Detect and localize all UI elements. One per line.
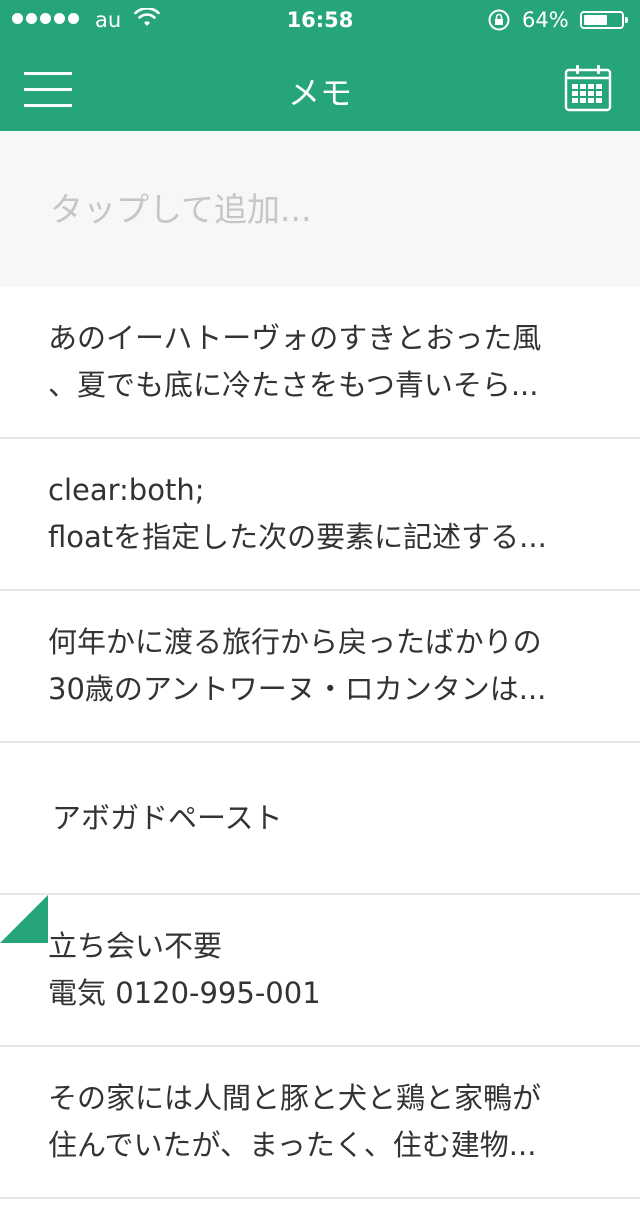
memo-line: その家には人間と豚と犬と鶏と家鴨が [48, 1081, 542, 1115]
memo-line: 何年かに渡る旅行から戻ったばかりの [48, 625, 542, 659]
memo-item[interactable]: あのイーハトーヴォのすきとおった風 、夏でも底に冷たさをもつ青いそら... [0, 287, 640, 439]
memo-item[interactable]: 立ち会い不要電気 0120-995-001 [0, 895, 640, 1047]
memo-line: 、夏でも底に冷たさをもつ青いそら... [48, 368, 539, 402]
memo-line: clear:both; [48, 473, 205, 507]
calendar-icon [564, 65, 612, 112]
memo-line: 立ち会い不要 [48, 929, 223, 963]
memo-line: あのイーハトーヴォのすきとおった風 [48, 321, 542, 355]
calendar-button[interactable] [564, 64, 612, 112]
memo-item[interactable]: その家には人間と豚と犬と鶏と家鴨が 住んでいたが、まったく、住む建物... [0, 1047, 640, 1199]
page-title: メモ [287, 74, 352, 112]
battery-percent: 64% [522, 8, 569, 32]
memo-line: アボガドペースト [52, 800, 283, 835]
memo-item[interactable]: アボガドペースト [0, 743, 640, 895]
rotation-lock-icon [486, 8, 512, 37]
memo-line: floatを指定した次の要素に記述する... [48, 520, 547, 554]
status-bar: au 16:58 64% [0, 0, 640, 40]
battery-icon [580, 11, 628, 29]
memo-line: 30歳のアントワーヌ・ロカンタンは... [48, 672, 547, 706]
memo-list: あのイーハトーヴォのすきとおった風 、夏でも底に冷たさをもつ青いそら... clea… [0, 287, 640, 1199]
app-header: au 16:58 64% メモ [0, 0, 640, 131]
flag-corner-icon [0, 895, 48, 943]
memo-line: 住んでいたが、まったく、住む建物... [48, 1128, 537, 1162]
add-memo-input[interactable] [50, 189, 610, 229]
memo-item[interactable]: 何年かに渡る旅行から戻ったばかりの 30歳のアントワーヌ・ロカンタンは... [0, 591, 640, 743]
memo-item[interactable]: clear:both; floatを指定した次の要素に記述する... [0, 439, 640, 591]
add-memo-area [0, 131, 640, 287]
memo-line: 電気 0120-995-001 [48, 976, 321, 1010]
